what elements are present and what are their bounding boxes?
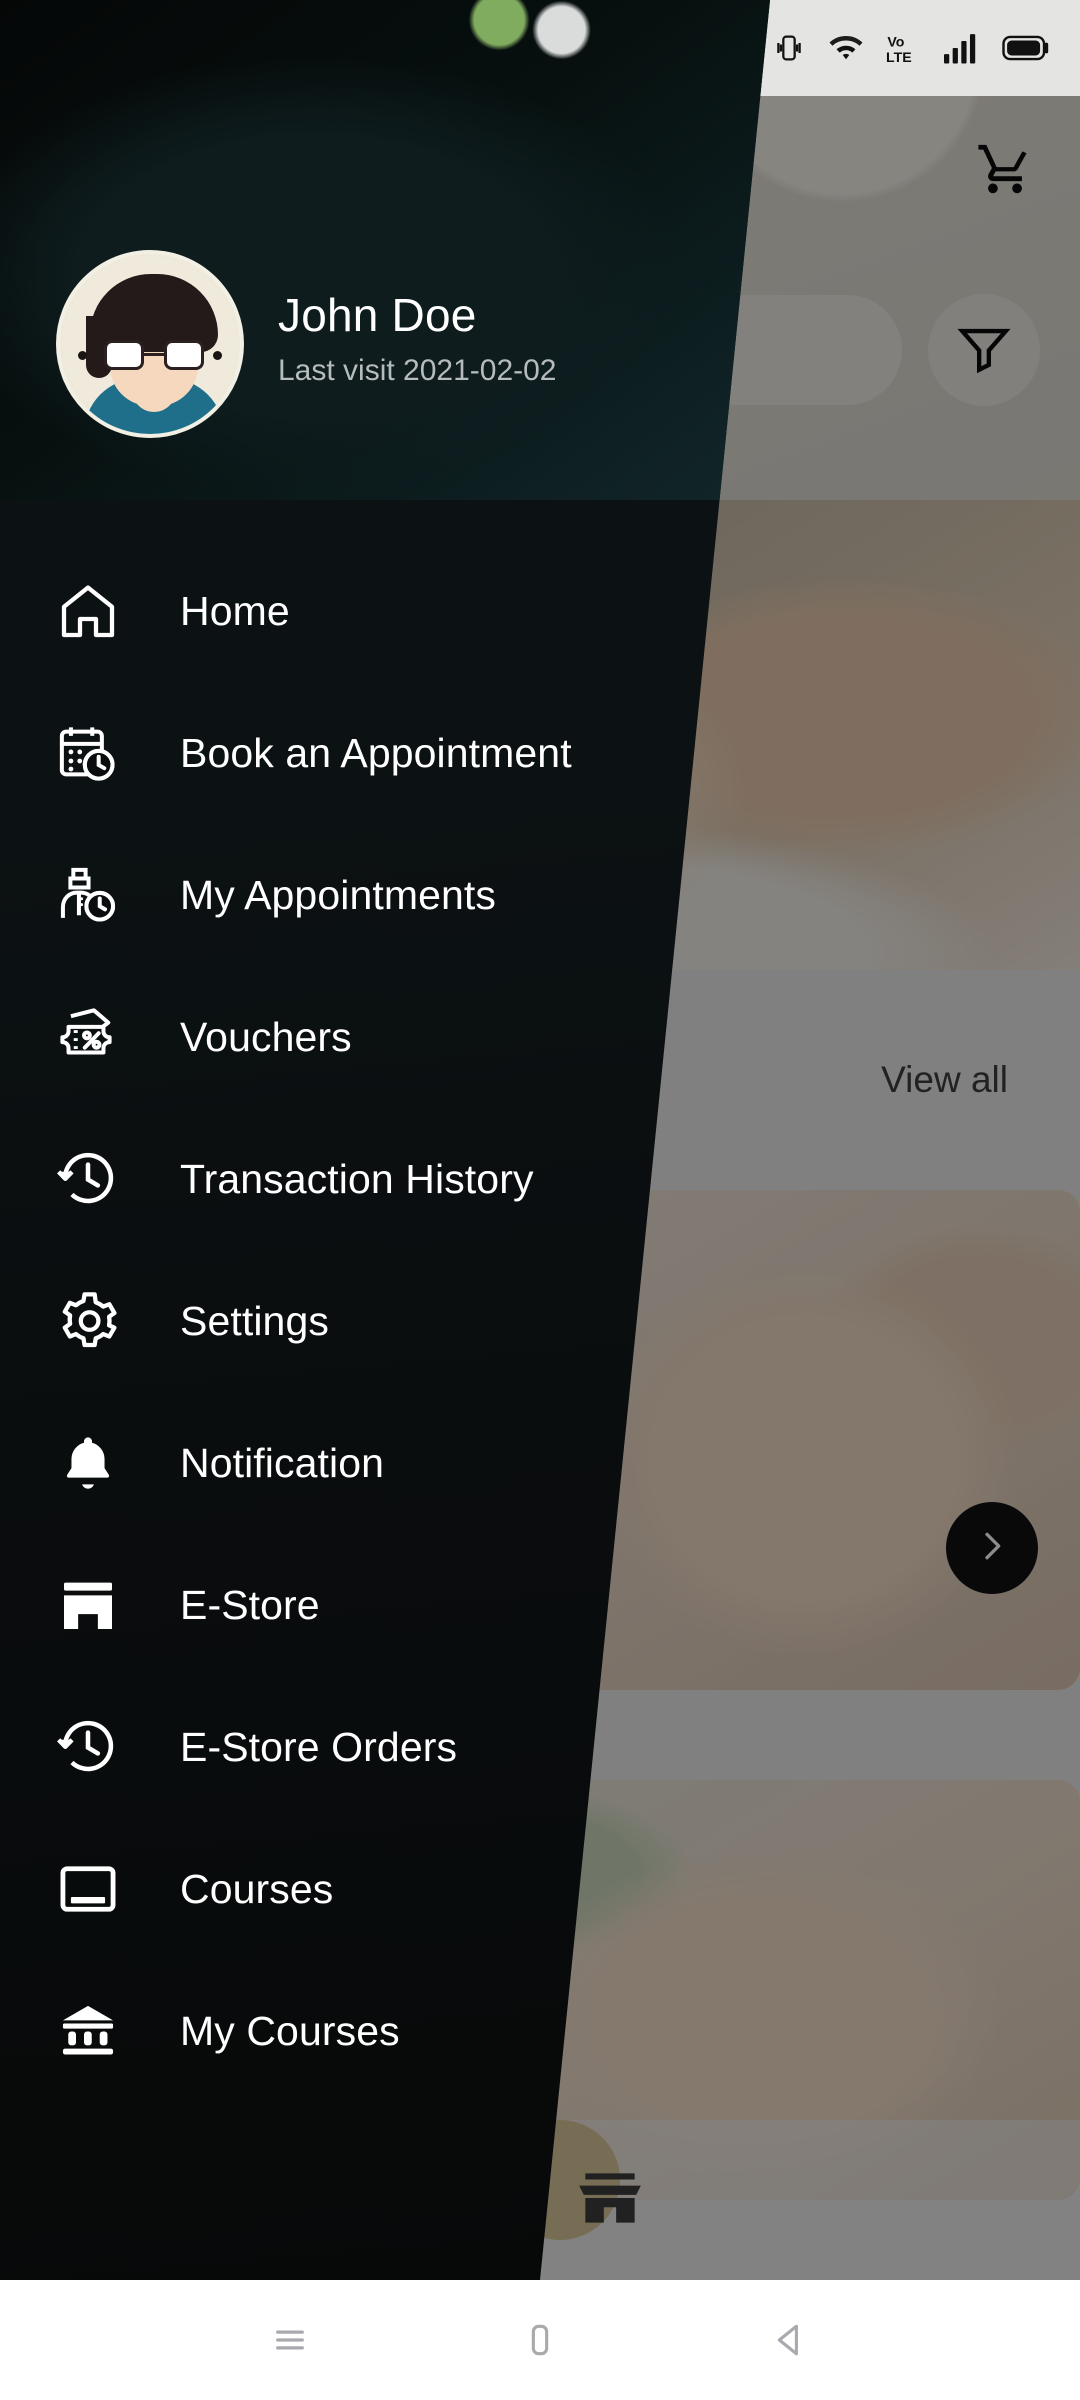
back-triangle-icon[interactable] xyxy=(665,2318,915,2362)
profile-block[interactable]: John Doe Last visit 2021-02-02 xyxy=(56,250,557,438)
android-navigation-bar xyxy=(0,2280,1080,2400)
ticket-percent-icon xyxy=(56,1005,148,1069)
drawer-header: John Doe Last visit 2021-02-02 xyxy=(0,0,780,500)
sidebar-item-label: My Courses xyxy=(180,2008,400,2055)
vibrate-icon xyxy=(772,31,806,65)
sidebar-item-label: Vouchers xyxy=(180,1014,352,1061)
institution-icon xyxy=(56,1999,148,2063)
sidebar-item-label: Home xyxy=(180,588,290,635)
sidebar-item-book-an-appointment[interactable]: Book an Appointment xyxy=(0,682,780,824)
avatar-glasses xyxy=(104,340,204,370)
whiteboard-icon xyxy=(56,1857,148,1921)
sidebar-item-label: Settings xyxy=(180,1298,329,1345)
storefront-icon xyxy=(56,1573,148,1637)
svg-text:Vo: Vo xyxy=(887,35,904,51)
gear-icon xyxy=(56,1289,148,1353)
history-clock-filled-icon xyxy=(56,1715,148,1779)
home-pill-icon[interactable] xyxy=(415,2319,665,2361)
avatar[interactable] xyxy=(56,250,244,438)
avatar-eye-right xyxy=(213,351,222,360)
sidebar-item-label: Book an Appointment xyxy=(180,730,572,777)
avatar-eye-left xyxy=(78,351,87,360)
sidebar-item-label: Transaction History xyxy=(180,1156,534,1203)
profile-name: John Doe xyxy=(278,288,557,342)
sidebar-item-label: Courses xyxy=(180,1866,333,1913)
sidebar-item-my-appointments[interactable]: My Appointments xyxy=(0,824,780,966)
signal-icon xyxy=(942,31,980,65)
profile-last-visit: Last visit 2021-02-02 xyxy=(278,354,557,388)
recents-icon[interactable] xyxy=(165,2319,415,2361)
sidebar-item-home[interactable]: Home xyxy=(0,540,780,682)
phone-screen: View all eatment air spa xyxy=(0,0,1080,2400)
volte-icon: Vo LTE xyxy=(886,31,920,65)
bell-icon xyxy=(56,1431,148,1495)
wifi-icon xyxy=(828,30,864,66)
sidebar-item-label: E-Store xyxy=(180,1582,320,1629)
home-icon xyxy=(56,579,148,643)
sidebar-item-label: My Appointments xyxy=(180,872,496,919)
sidebar-item-label: E-Store Orders xyxy=(180,1724,457,1771)
battery-icon xyxy=(1002,33,1050,63)
sidebar-item-label: Notification xyxy=(180,1440,384,1487)
history-clock-icon xyxy=(56,1147,148,1211)
person-clock-icon xyxy=(56,863,148,927)
calendar-clock-icon xyxy=(56,721,148,785)
svg-text:LTE: LTE xyxy=(886,50,912,65)
profile-text: John Doe Last visit 2021-02-02 xyxy=(278,288,557,400)
